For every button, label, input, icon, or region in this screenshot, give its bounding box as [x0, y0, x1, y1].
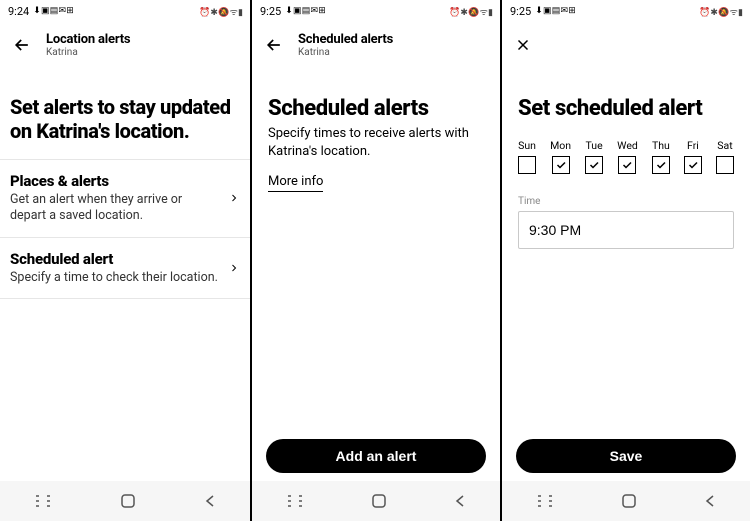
day-label: Tue [586, 139, 603, 152]
day-col-sat: Sat [716, 139, 734, 174]
day-checkbox-sun[interactable] [518, 156, 536, 174]
day-checkbox-fri[interactable] [684, 156, 702, 174]
android-nav-bar [0, 481, 250, 521]
nav-home-icon[interactable] [620, 492, 638, 510]
status-notif-icons: ⬇ ▣ ▤ ✉ ⊞ [285, 6, 325, 16]
page-title: Location alerts [46, 32, 130, 47]
nav-back-icon[interactable] [203, 494, 217, 508]
day-label: Wed [617, 139, 638, 152]
back-icon[interactable] [264, 35, 284, 55]
day-checkbox-tue[interactable] [585, 156, 603, 174]
day-checkbox-wed[interactable] [618, 156, 636, 174]
day-label: Fri [687, 139, 699, 152]
day-label: Thu [652, 139, 670, 152]
day-col-fri: Fri [684, 139, 702, 174]
hero-heading: Scheduled alerts [252, 68, 500, 125]
time-input[interactable] [518, 211, 734, 249]
nav-home-icon[interactable] [119, 492, 137, 510]
more-info-link[interactable]: More info [252, 160, 339, 189]
day-col-tue: Tue [585, 139, 603, 174]
page-title: Scheduled alerts [298, 32, 393, 47]
screen-set-scheduled-alert: 9:25 ⬇ ▣ ▤ ✉ ⊞ ⏰ ✱ 🔕 ᯤ ▮ Set scheduled a… [500, 0, 750, 521]
day-checkbox-mon[interactable] [552, 156, 570, 174]
status-bar: 9:24 ⬇ ▣ ▤ ✉ ⊞ ⏰ ✱ 🔕 ᯤ ▮ [0, 0, 250, 22]
nav-back-icon[interactable] [453, 494, 467, 508]
screen-header: Location alerts Katrina [0, 22, 250, 68]
status-bar: 9:25 ⬇ ▣ ▤ ✉ ⊞ ⏰ ✱ 🔕 ᯤ ▮ [502, 0, 750, 22]
android-nav-bar [252, 481, 500, 521]
day-col-wed: Wed [617, 139, 638, 174]
day-label: Sun [518, 139, 536, 152]
day-col-mon: Mon [550, 139, 571, 174]
screen-header [502, 22, 750, 68]
nav-home-icon[interactable] [370, 492, 388, 510]
row-title: Scheduled alert [10, 250, 220, 268]
day-col-sun: Sun [518, 139, 536, 174]
status-notif-icons: ⬇ ▣ ▤ ✉ ⊞ [535, 6, 575, 16]
day-checkbox-sat[interactable] [716, 156, 734, 174]
day-col-thu: Thu [652, 139, 670, 174]
nav-recent-icon[interactable] [535, 493, 555, 509]
chevron-right-icon [228, 259, 240, 277]
nav-recent-icon[interactable] [33, 493, 53, 509]
nav-back-icon[interactable] [703, 494, 717, 508]
screen-scheduled-alerts: 9:25 ⬇ ▣ ▤ ✉ ⊞ ⏰ ✱ 🔕 ᯤ ▮ Scheduled alert… [250, 0, 500, 521]
day-picker: Sun Mon Tue Wed Thu Fri Sat [502, 139, 750, 174]
time-label: Time [518, 196, 734, 207]
status-time: 9:24 [8, 5, 29, 18]
row-sub: Get an alert when they arrive or depart … [10, 192, 220, 225]
row-title: Places & alerts [10, 172, 220, 190]
page-subtitle: Katrina [298, 47, 393, 58]
row-places-alerts[interactable]: Places & alerts Get an alert when they a… [0, 159, 250, 237]
day-checkbox-thu[interactable] [652, 156, 670, 174]
status-system-icons: ⏰ ✱ 🔕 ᯤ ▮ [699, 5, 742, 18]
day-label: Sat [717, 139, 732, 152]
back-icon[interactable] [12, 35, 32, 55]
screen-header: Scheduled alerts Katrina [252, 22, 500, 68]
chevron-right-icon [228, 189, 240, 207]
hero-heading: Set alerts to stay updated on Katrina's … [0, 68, 250, 159]
hero-heading: Set scheduled alert [502, 68, 750, 139]
day-label: Mon [550, 139, 571, 152]
row-scheduled-alert[interactable]: Scheduled alert Specify a time to check … [0, 237, 250, 299]
status-time: 9:25 [510, 5, 531, 18]
android-nav-bar [502, 481, 750, 521]
status-bar: 9:25 ⬇ ▣ ▤ ✉ ⊞ ⏰ ✱ 🔕 ᯤ ▮ [252, 0, 500, 22]
row-sub: Specify a time to check their location. [10, 270, 220, 286]
hero-sub: Specify times to receive alerts with Kat… [252, 125, 500, 160]
status-time: 9:25 [260, 5, 281, 18]
nav-recent-icon[interactable] [285, 493, 305, 509]
page-subtitle: Katrina [46, 47, 130, 58]
close-icon[interactable] [514, 36, 532, 54]
status-system-icons: ⏰ ✱ 🔕 ᯤ ▮ [449, 5, 492, 18]
screen-location-alerts: 9:24 ⬇ ▣ ▤ ✉ ⊞ ⏰ ✱ 🔕 ᯤ ▮ Location alerts… [0, 0, 250, 521]
save-button[interactable]: Save [516, 439, 736, 473]
status-system-icons: ⏰ ✱ 🔕 ᯤ ▮ [199, 5, 242, 18]
add-alert-button[interactable]: Add an alert [266, 439, 486, 473]
status-notif-icons: ⬇ ▣ ▤ ✉ ⊞ [33, 6, 73, 16]
